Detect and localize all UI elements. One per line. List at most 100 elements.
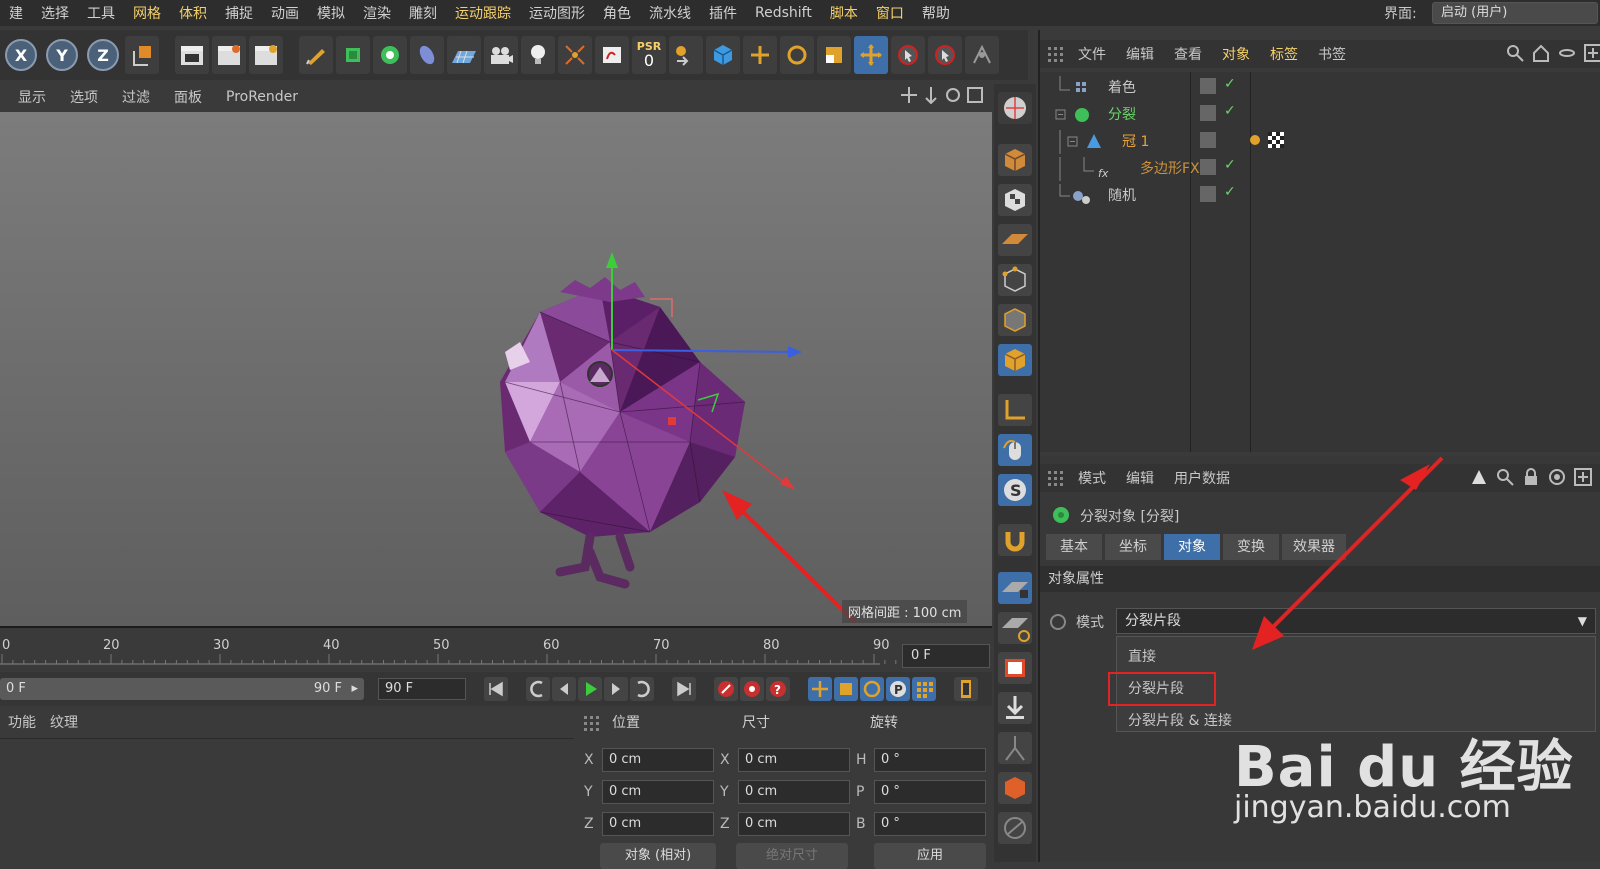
size-mode-select[interactable]: 绝对尺寸	[736, 843, 848, 869]
editor-visibility-icon[interactable]	[1200, 132, 1216, 148]
mode-option-direct[interactable]: 直接	[1128, 646, 1156, 666]
pos-x-field[interactable]: 0 cm	[602, 748, 714, 772]
om-menu-file[interactable]: 文件	[1068, 44, 1116, 64]
render-picture-viewer-button[interactable]	[212, 36, 246, 74]
menu-item-tools[interactable]: 工具	[78, 3, 124, 23]
keyframe-selection-button[interactable]: ?	[766, 677, 790, 701]
am-menu-edit[interactable]: 编辑	[1116, 468, 1164, 488]
menu-item-mesh[interactable]: 网格	[124, 3, 170, 23]
menu-item-sculpt[interactable]: 雕刻	[400, 3, 446, 23]
next-frame-button[interactable]	[604, 677, 628, 701]
render-settings-button[interactable]	[249, 36, 283, 74]
cube-primitive-button[interactable]	[336, 36, 370, 74]
home-icon[interactable]	[1532, 44, 1550, 62]
lowpoly-bird-model[interactable]	[500, 277, 746, 589]
palette-bevel-button[interactable]	[998, 772, 1032, 804]
move-tool-active-button[interactable]	[854, 36, 888, 74]
pen-tool-button[interactable]	[299, 36, 333, 74]
next-key-button[interactable]	[630, 677, 654, 701]
play-button[interactable]	[578, 677, 602, 701]
viewport-menu-filter[interactable]: 过滤	[110, 87, 162, 107]
psr-button[interactable]: PSR 0	[632, 36, 666, 74]
deformer-button[interactable]	[410, 36, 444, 74]
coordinate-system-button[interactable]	[125, 36, 159, 74]
palette-solo-button[interactable]: S	[998, 474, 1032, 506]
go-to-end-button[interactable]	[672, 677, 696, 701]
render-view-button[interactable]	[175, 36, 209, 74]
key-position-button[interactable]	[808, 677, 832, 701]
am-menu-userdata[interactable]: 用户数据	[1164, 468, 1240, 488]
menu-item-mograph[interactable]: 运动图形	[520, 3, 594, 23]
menu-item-select[interactable]: 选择	[32, 3, 78, 23]
palette-workplane-lock-button[interactable]	[998, 612, 1032, 644]
editor-visibility-icon[interactable]	[1200, 186, 1216, 202]
key-parameter-button[interactable]: P	[886, 677, 910, 701]
material-tag-icon[interactable]	[1268, 132, 1284, 148]
subdivision-button[interactable]	[373, 36, 407, 74]
object-row-polyfx[interactable]: fx 多边形FX ✓	[1040, 155, 1600, 182]
orbit-icon[interactable]	[944, 86, 962, 104]
rot-p-field[interactable]: 0 °	[874, 780, 986, 804]
palette-sphere-button[interactable]	[998, 92, 1032, 124]
maximize-icon[interactable]	[966, 86, 984, 104]
menu-item-motion-tracking[interactable]: 运动跟踪	[446, 3, 520, 23]
light-button[interactable]	[521, 36, 555, 74]
timeline-menu-button[interactable]	[954, 677, 978, 701]
floor-button[interactable]	[447, 36, 481, 74]
axis-z-button[interactable]: Z	[87, 39, 119, 71]
key-rotation-button[interactable]	[860, 677, 884, 701]
rotate-button[interactable]	[780, 36, 814, 74]
scale-button[interactable]	[817, 36, 851, 74]
previous-key-button[interactable]	[526, 677, 550, 701]
effector-button[interactable]	[558, 36, 592, 74]
menu-item-volume[interactable]: 体积	[170, 3, 216, 23]
move-button[interactable]	[743, 36, 777, 74]
palette-tweak-button[interactable]	[998, 434, 1032, 466]
menu-item-simulate[interactable]: 模拟	[308, 3, 354, 23]
palette-polygons-button[interactable]	[998, 344, 1032, 376]
palette-render-region-button[interactable]	[998, 652, 1032, 684]
new-panel-icon[interactable]	[1574, 468, 1592, 486]
rect-select-button[interactable]	[928, 36, 962, 74]
layout-select[interactable]: 启动 (用户)	[1432, 2, 1598, 24]
mode-option-explode-segments-connect[interactable]: 分裂片段 & 连接	[1128, 710, 1232, 730]
pos-z-field[interactable]: 0 cm	[602, 812, 714, 836]
menu-item-character[interactable]: 角色	[594, 3, 640, 23]
menu-item-redshift[interactable]: Redshift	[746, 5, 821, 21]
viewport-menu-options[interactable]: 选项	[58, 87, 110, 107]
viewport-menu-prorender[interactable]: ProRender	[214, 89, 310, 105]
size-y-field[interactable]: 0 cm	[738, 780, 850, 804]
live-select-button[interactable]	[891, 36, 925, 74]
3d-viewport[interactable]	[0, 112, 992, 628]
menu-item-snap[interactable]: 捕捉	[216, 3, 262, 23]
menu-item-create[interactable]: 建	[0, 3, 32, 23]
zoom-icon[interactable]	[922, 86, 940, 104]
xyz-lock-button[interactable]	[669, 36, 703, 74]
om-menu-tags[interactable]: 标签	[1260, 44, 1308, 64]
apply-button[interactable]: 应用	[874, 843, 986, 869]
menu-item-pipeline[interactable]: 流水线	[640, 3, 700, 23]
om-menu-objects[interactable]: 对象	[1212, 44, 1260, 64]
key-pla-button[interactable]	[912, 677, 936, 701]
editor-visibility-icon[interactable]	[1200, 159, 1216, 175]
object-row-shader[interactable]: 着色 ✓	[1040, 74, 1600, 101]
new-panel-icon[interactable]	[1584, 44, 1600, 62]
key-scale-button[interactable]	[834, 677, 858, 701]
live-select-cube-button[interactable]	[706, 36, 740, 74]
menu-item-window[interactable]: 窗口	[867, 3, 913, 23]
camera-button[interactable]	[484, 36, 518, 74]
material-menu-function[interactable]: 功能	[8, 712, 36, 736]
lock-icon[interactable]	[1522, 468, 1540, 486]
palette-model-button[interactable]	[998, 144, 1032, 176]
phong-tag-icon[interactable]	[1250, 135, 1260, 145]
link-icon[interactable]	[1558, 44, 1576, 62]
palette-axis-button[interactable]	[998, 394, 1032, 426]
size-x-field[interactable]: 0 cm	[738, 748, 850, 772]
target-icon[interactable]	[1548, 468, 1566, 486]
tab-basic[interactable]: 基本	[1046, 534, 1102, 560]
viewport-menu-display[interactable]: 显示	[6, 87, 58, 107]
palette-points-button[interactable]	[998, 264, 1032, 296]
tab-object[interactable]: 对象	[1164, 534, 1220, 560]
palette-import-button[interactable]	[998, 692, 1032, 724]
am-menu-mode[interactable]: 模式	[1068, 468, 1116, 488]
